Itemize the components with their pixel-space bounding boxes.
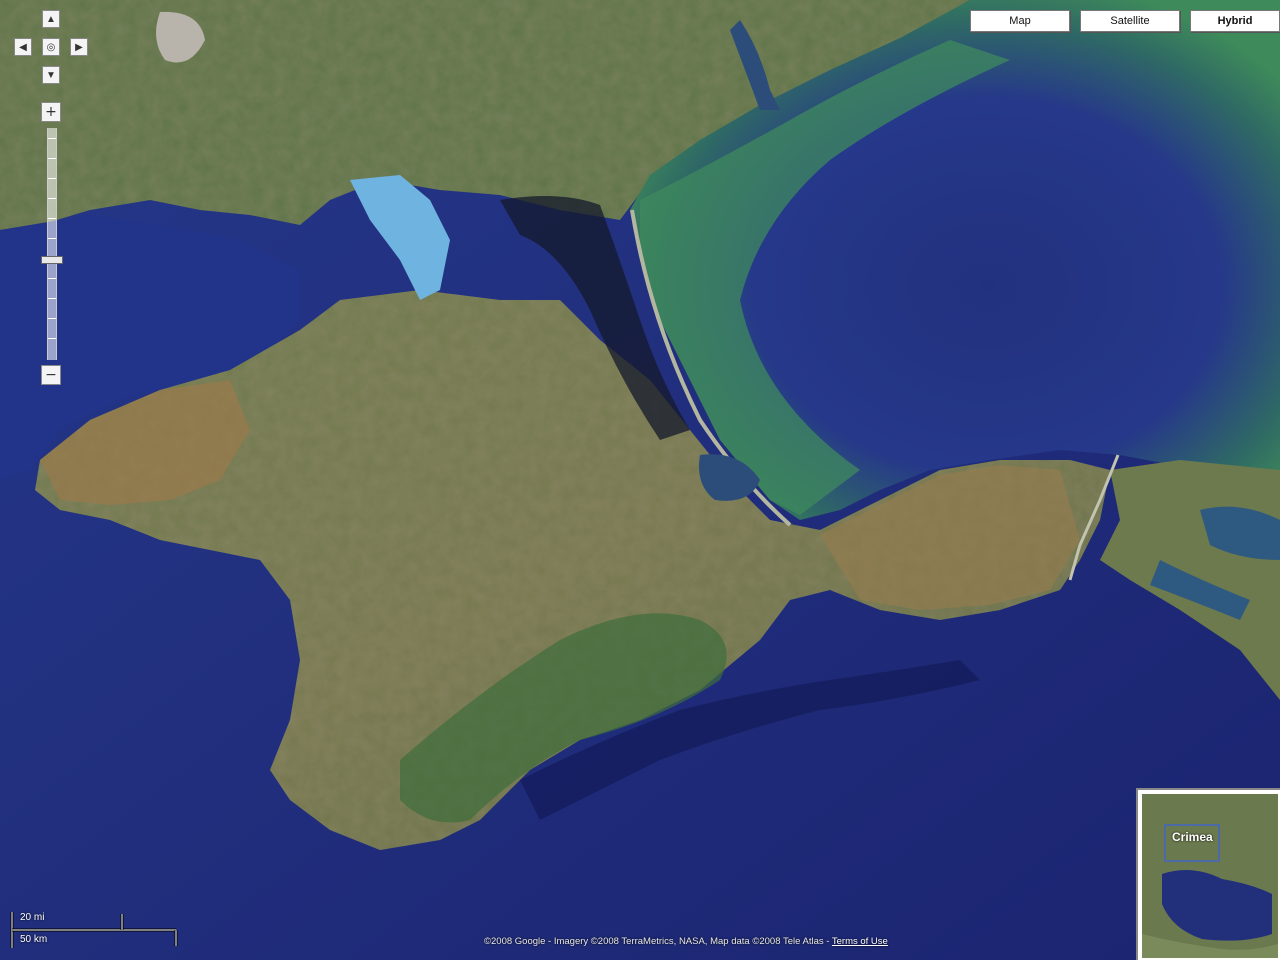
zoom-tick [48, 178, 56, 179]
zoom-out-button[interactable]: − [41, 365, 61, 385]
zoom-slider-track[interactable] [47, 128, 57, 360]
pan-center-button[interactable]: ◎ [42, 38, 60, 56]
pan-up-button[interactable]: ▲ [42, 10, 60, 28]
zoom-tick [48, 238, 56, 239]
zoom-tick [48, 138, 56, 139]
copyright-notice: ©2008 Google - Imagery ©2008 TerraMetric… [484, 936, 888, 947]
scale-label-km: 50 km [20, 934, 48, 945]
pan-down-button[interactable]: ▼ [42, 66, 60, 84]
zoom-in-button[interactable]: + [41, 102, 61, 122]
satellite-map[interactable] [0, 0, 1280, 960]
terms-of-use-link[interactable]: Terms of Use [832, 936, 888, 947]
zoom-tick [48, 158, 56, 159]
plus-icon: + [45, 104, 57, 120]
overview-label: Crimea [1172, 830, 1213, 844]
zoom-tick [48, 338, 56, 339]
arrow-down-icon: ▼ [46, 69, 56, 81]
arrow-left-icon: ◀ [19, 41, 27, 53]
pan-right-button[interactable]: ▶ [70, 38, 88, 56]
map-scale: 20 mi 50 km [10, 910, 180, 950]
overview-map[interactable]: Crimea [1136, 788, 1280, 960]
overview-imagery [1142, 794, 1278, 958]
zoom-slider-thumb[interactable] [41, 256, 63, 264]
map-type-satellite-button[interactable]: Satellite [1080, 10, 1180, 32]
map-type-map-button[interactable]: Map [970, 10, 1070, 32]
arrow-right-icon: ▶ [75, 41, 83, 53]
zoom-tick [48, 218, 56, 219]
zoom-tick [48, 298, 56, 299]
satellite-imagery [0, 0, 1280, 960]
arrow-up-icon: ▲ [46, 13, 56, 25]
center-icon: ◎ [46, 41, 56, 53]
map-type-hybrid-button[interactable]: Hybrid [1190, 10, 1280, 32]
pan-left-button[interactable]: ◀ [14, 38, 32, 56]
copyright-text: ©2008 Google - Imagery ©2008 TerraMetric… [484, 936, 832, 947]
scale-label-miles: 20 mi [20, 912, 45, 923]
zoom-tick [48, 278, 56, 279]
zoom-tick [48, 318, 56, 319]
minus-icon: − [45, 367, 57, 383]
zoom-tick [48, 198, 56, 199]
